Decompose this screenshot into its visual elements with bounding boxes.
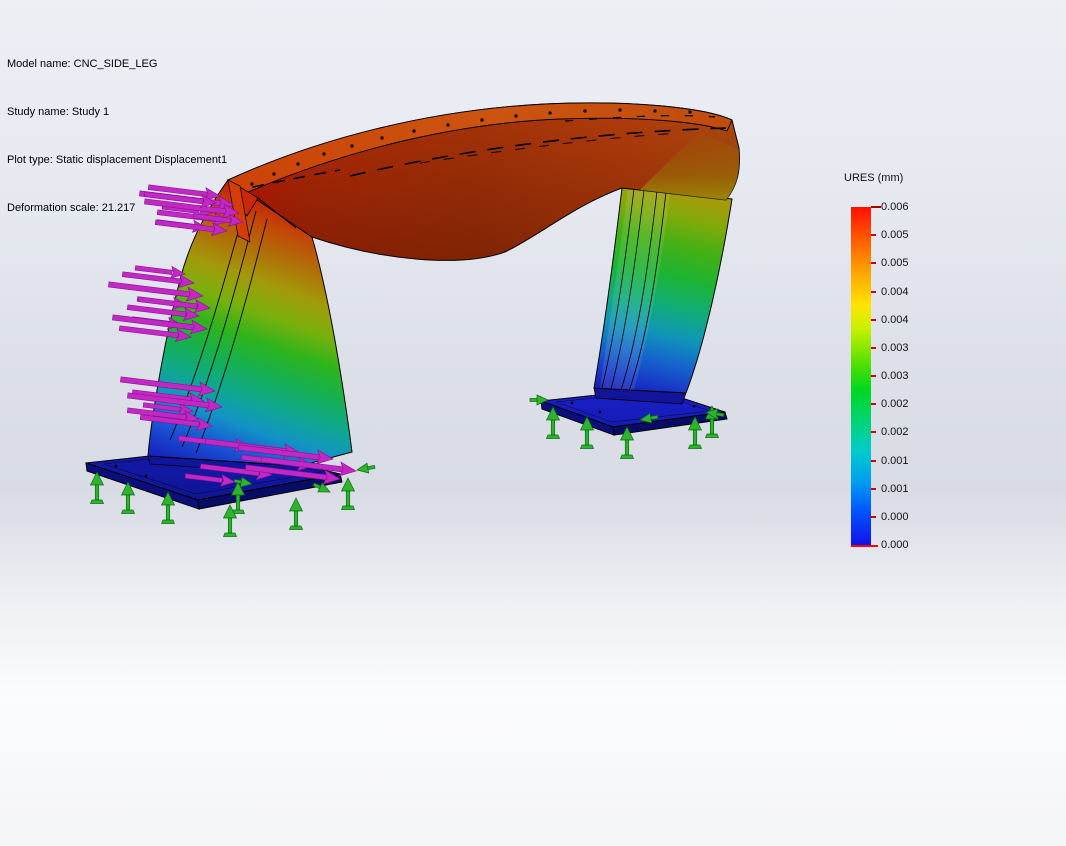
model-name-line: Model name: CNC_SIDE_LEG — [7, 56, 227, 72]
legend-tick-label: 0.000 — [881, 511, 931, 523]
right-leg[interactable] — [594, 188, 732, 393]
legend-tick-label: 0.000 — [881, 539, 931, 551]
legend-tick-label: 0.004 — [881, 314, 931, 326]
legend-tick-label: 0.001 — [881, 455, 931, 467]
legend-tick-label: 0.004 — [881, 286, 931, 298]
result-legend[interactable]: URES (mm) 0.006 0.005 0.005 0.004 0.004 … — [851, 207, 991, 552]
legend-colorbar — [851, 207, 871, 545]
legend-tick-label: 0.005 — [881, 257, 931, 269]
plot-type-line: Plot type: Static displacement Displacem… — [7, 152, 227, 168]
study-name-line: Study name: Study 1 — [7, 104, 227, 120]
legend-title: URES (mm) — [844, 172, 903, 184]
deformation-scale-line: Deformation scale: 21.217 — [7, 200, 227, 216]
legend-tick — [871, 460, 876, 462]
legend-tick — [871, 206, 881, 208]
legend-tick-label: 0.003 — [881, 342, 931, 354]
legend-tick — [871, 375, 876, 377]
legend-tick — [871, 431, 876, 433]
legend-tick — [871, 234, 876, 236]
legend-tick — [871, 488, 876, 490]
legend-min-line — [851, 545, 878, 547]
graphics-area[interactable]: Model name: CNC_SIDE_LEG Study name: Stu… — [0, 0, 1066, 846]
legend-tick — [871, 262, 876, 264]
legend-tick-label: 0.003 — [881, 370, 931, 382]
legend-tick-label: 0.005 — [881, 229, 931, 241]
legend-tick-label: 0.002 — [881, 398, 931, 410]
plot-annotation: Model name: CNC_SIDE_LEG Study name: Stu… — [7, 24, 227, 248]
legend-tick — [871, 291, 876, 293]
legend-tick — [871, 403, 876, 405]
legend-tick — [871, 347, 876, 349]
legend-tick-label: 0.006 — [881, 201, 931, 213]
legend-tick-label: 0.001 — [881, 483, 931, 495]
legend-tick — [871, 319, 876, 321]
legend-tick-label: 0.002 — [881, 426, 931, 438]
legend-tick — [871, 516, 876, 518]
